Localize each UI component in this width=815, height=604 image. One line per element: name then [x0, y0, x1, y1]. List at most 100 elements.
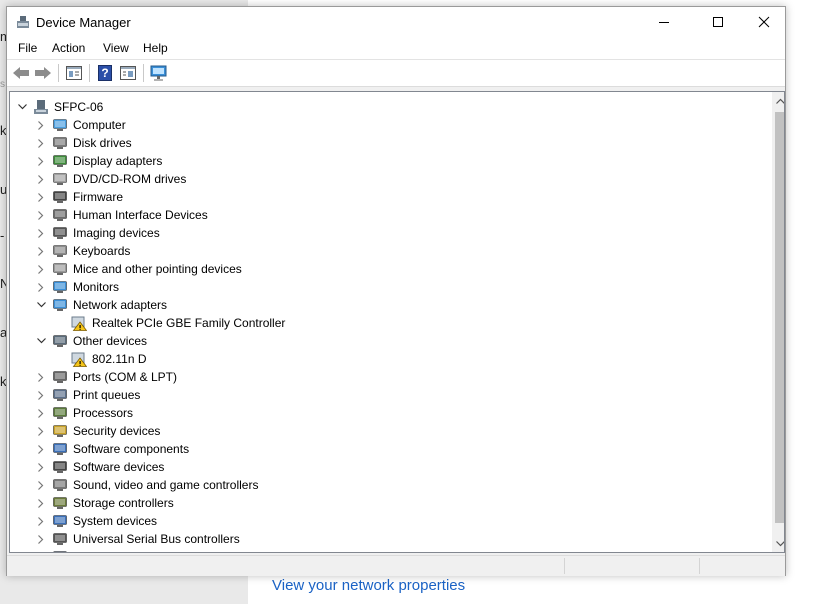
tree-category-node[interactable]: Ports (COM & LPT) [10, 368, 770, 386]
tree-category-label: Print queues [73, 388, 141, 402]
forward-arrow-icon [35, 67, 51, 79]
tree-category-node[interactable]: Other devices [10, 332, 770, 350]
tree-category-label: Human Interface Devices [73, 208, 208, 222]
tree-category-node[interactable]: Disk drives [10, 134, 770, 152]
tree-category-node[interactable]: Processors [10, 404, 770, 422]
back-button[interactable] [11, 64, 31, 82]
menu-view[interactable]: View [101, 41, 131, 55]
tree-expander[interactable] [35, 332, 47, 350]
network-properties-link[interactable]: View your network properties [272, 577, 465, 594]
usb-icon [53, 533, 67, 545]
tree-expander[interactable] [35, 278, 47, 296]
tree-category-label: WSD Print Provider [73, 550, 177, 552]
tree-expander[interactable] [35, 116, 47, 134]
tree-expander[interactable] [35, 296, 47, 314]
help-button[interactable]: ? [95, 64, 115, 82]
chevron-right-icon [38, 210, 44, 220]
tree-expander[interactable] [35, 404, 47, 422]
tree-expander[interactable] [16, 98, 28, 116]
chevron-right-icon [38, 156, 44, 166]
tree-expander[interactable] [35, 188, 47, 206]
tree-category-node[interactable]: Computer [10, 116, 770, 134]
printer-icon [53, 389, 67, 401]
properties-button[interactable] [64, 64, 84, 82]
scan-hardware-button[interactable] [149, 64, 169, 82]
tree-category-node[interactable]: Mice and other pointing devices [10, 260, 770, 278]
update-driver-button[interactable] [118, 64, 138, 82]
warning-device-icon [71, 352, 87, 367]
tree-expander[interactable] [35, 368, 47, 386]
tree-expander[interactable] [35, 530, 47, 548]
tree-category-label: Keyboards [73, 244, 131, 258]
tree-category-node[interactable]: Imaging devices [10, 224, 770, 242]
tree-category-label: Processors [73, 406, 134, 420]
tree-category-node[interactable]: Human Interface Devices [10, 206, 770, 224]
tree-expander[interactable] [35, 242, 47, 260]
tree-expander[interactable] [35, 494, 47, 512]
tree-category-label: Security devices [73, 424, 161, 438]
toolbar-separator [58, 64, 59, 82]
tree-category-node[interactable]: Sound, video and game controllers [10, 476, 770, 494]
tree-category-node[interactable]: Software devices [10, 458, 770, 476]
tree-root-label: SFPC-06 [54, 100, 104, 114]
chevron-right-icon [38, 462, 44, 472]
tree-category-node[interactable]: Keyboards [10, 242, 770, 260]
tree-expander[interactable] [35, 170, 47, 188]
chevron-right-icon [38, 372, 44, 382]
menu-action[interactable]: Action [50, 41, 87, 55]
tree-category-label: Software components [73, 442, 190, 456]
device-tree[interactable]: SFPC-06 Computer Disk drives Display adapte… [9, 91, 785, 553]
tree-expander[interactable] [35, 152, 47, 170]
tree-expander[interactable] [35, 386, 47, 404]
help-icon: ? [98, 65, 112, 81]
print-provider-icon [53, 551, 67, 552]
tree-category-node[interactable]: Print queues [10, 386, 770, 404]
menu-help[interactable]: Help [141, 41, 170, 55]
tree-category-node[interactable]: Network adapters [10, 296, 770, 314]
tree-category-node[interactable]: Security devices [10, 422, 770, 440]
scroll-up-button[interactable] [772, 92, 784, 109]
disk-drive-icon [53, 137, 67, 149]
forward-button[interactable] [33, 64, 53, 82]
tree-category-node[interactable]: DVD/CD-ROM drives [10, 170, 770, 188]
chevron-right-icon [38, 282, 44, 292]
tree-expander[interactable] [35, 260, 47, 278]
chevron-down-icon [36, 338, 46, 344]
tree-expander[interactable] [35, 458, 47, 476]
tree-category-node[interactable]: Monitors [10, 278, 770, 296]
maximize-button[interactable] [695, 7, 741, 37]
tree-expander[interactable] [35, 512, 47, 530]
scrollbar-thumb[interactable] [775, 112, 784, 523]
display-adapter-icon [53, 155, 67, 167]
close-icon [758, 16, 770, 28]
tree-category-node[interactable]: Storage controllers [10, 494, 770, 512]
tree-category-node[interactable]: WSD Print Provider [10, 548, 770, 552]
menu-file[interactable]: File [16, 41, 39, 55]
status-separator [564, 558, 565, 574]
port-icon [53, 371, 67, 383]
tree-category-node[interactable]: Universal Serial Bus controllers [10, 530, 770, 548]
tree-category-node[interactable]: Firmware [10, 188, 770, 206]
close-button[interactable] [741, 7, 787, 37]
chevron-right-icon [38, 426, 44, 436]
tree-device-node[interactable]: Realtek PCIe GBE Family Controller [10, 314, 770, 332]
tree-device-label: Realtek PCIe GBE Family Controller [92, 316, 286, 330]
tree-expander[interactable] [35, 422, 47, 440]
scroll-down-button[interactable] [772, 535, 784, 552]
mouse-icon [53, 263, 67, 275]
tree-category-node[interactable]: System devices [10, 512, 770, 530]
tree-device-node[interactable]: 802.11n D [10, 350, 770, 368]
tree-root-node[interactable]: SFPC-06 [10, 98, 770, 116]
tree-expander[interactable] [35, 134, 47, 152]
tree-category-node[interactable]: Display adapters [10, 152, 770, 170]
speaker-icon [53, 479, 67, 491]
tree-expander[interactable] [35, 206, 47, 224]
tree-expander[interactable] [35, 440, 47, 458]
system-device-icon [53, 515, 67, 527]
vertical-scrollbar[interactable] [772, 92, 784, 552]
tree-expander[interactable] [35, 224, 47, 242]
minimize-button[interactable] [641, 7, 687, 37]
tree-expander[interactable] [35, 476, 47, 494]
tree-expander[interactable] [35, 548, 47, 552]
tree-category-node[interactable]: Software components [10, 440, 770, 458]
